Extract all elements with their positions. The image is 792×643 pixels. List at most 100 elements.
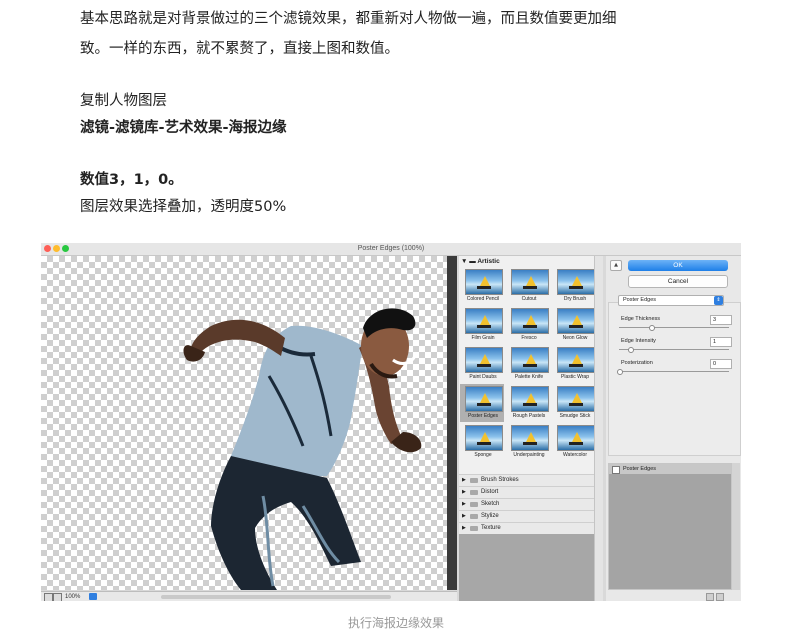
filter-thumb-poster-edges[interactable] bbox=[465, 386, 503, 412]
filter-select[interactable]: Poster Edges ⇕ bbox=[618, 295, 724, 306]
window-title: Poster Edges (100%) bbox=[357, 245, 425, 252]
category-label: Sketch bbox=[481, 501, 500, 507]
filter-label: Poster Edges bbox=[467, 413, 499, 419]
cancel-button[interactable]: Cancel bbox=[628, 275, 728, 288]
article-heading-filter-path: 滤镜-滤镜库-艺术效果-海报边缘 bbox=[80, 120, 287, 136]
category-label: Brush Strokes bbox=[481, 477, 519, 483]
chevron-right-icon: ▶ bbox=[462, 513, 466, 519]
filter-gallery: ▼ ▬ Artistic Colored Pencil Cutout Dry Bru… bbox=[459, 256, 595, 601]
folder-icon bbox=[470, 514, 478, 519]
article-text-6: 图层效果选择叠加，透明度50% bbox=[80, 199, 287, 215]
filter-label: Sponge bbox=[474, 452, 492, 458]
delete-effect-layer-icon[interactable] bbox=[716, 593, 724, 601]
article-values: 数值3，1，0。 bbox=[80, 172, 183, 188]
filter-thumb-underpainting[interactable] bbox=[511, 425, 549, 451]
filter-thumb-smudge-stick[interactable] bbox=[557, 386, 595, 412]
filter-thumb-colored-pencil[interactable] bbox=[465, 269, 503, 295]
zoom-out-icon[interactable] bbox=[44, 593, 53, 601]
zoom-in-icon[interactable] bbox=[53, 593, 62, 601]
filter-label: Dry Brush bbox=[563, 296, 587, 302]
chevron-right-icon: ▶ bbox=[462, 477, 466, 483]
category-texture[interactable]: ▶ Texture bbox=[459, 522, 594, 534]
layers-scrollbar[interactable] bbox=[732, 463, 740, 590]
filter-thumb-fresco[interactable] bbox=[511, 308, 549, 334]
category-label: Distort bbox=[481, 489, 499, 495]
filter-thumb-palette-knife[interactable] bbox=[511, 347, 549, 373]
filter-thumb-cutout[interactable] bbox=[511, 269, 549, 295]
posterization-input[interactable]: 0 bbox=[710, 359, 732, 369]
filter-thumb-neon-glow[interactable] bbox=[557, 308, 595, 334]
edge-intensity-slider[interactable] bbox=[619, 349, 729, 350]
preview-canvas[interactable] bbox=[41, 256, 455, 590]
filter-label: Film Grain bbox=[471, 335, 495, 341]
zoom-dropdown-icon[interactable] bbox=[89, 593, 97, 600]
edge-intensity-label: Edge Intensity bbox=[621, 338, 656, 344]
filter-label: Paint Daubs bbox=[469, 374, 497, 380]
edge-intensity-input[interactable]: 1 bbox=[710, 337, 732, 347]
filter-label: Fresco bbox=[521, 335, 537, 341]
zoom-level[interactable]: 100% bbox=[65, 592, 80, 601]
filter-label: Colored Pencil bbox=[466, 296, 500, 302]
artistic-folder-label: Artistic bbox=[477, 258, 500, 265]
effect-layer-label: Poster Edges bbox=[623, 466, 657, 472]
filter-thumb-film-grain[interactable] bbox=[465, 308, 503, 334]
filter-thumb-sponge[interactable] bbox=[465, 425, 503, 451]
edge-thickness-slider[interactable] bbox=[619, 327, 729, 328]
preview-hscrollbar[interactable] bbox=[161, 595, 391, 599]
folder-icon bbox=[470, 502, 478, 507]
chevron-right-icon: ▶ bbox=[462, 489, 466, 495]
edge-thickness-label: Edge Thickness bbox=[621, 316, 661, 322]
article-text-1: 基本思路就是对背景做过的三个滤镜效果，都重新对人物做一遍，而且数值要更加细 bbox=[80, 11, 617, 27]
category-stylize[interactable]: ▶ Stylize bbox=[459, 510, 594, 522]
category-label: Texture bbox=[481, 525, 501, 531]
filter-thumb-dry-brush[interactable] bbox=[557, 269, 595, 295]
edge-thickness-input[interactable]: 3 bbox=[710, 315, 732, 325]
article-text-2: 致。一样的东西，就不累赘了，直接上图和数值。 bbox=[80, 41, 399, 57]
runner-image bbox=[183, 308, 422, 590]
filter-thumb-rough-pastels[interactable] bbox=[511, 386, 549, 412]
category-sketch[interactable]: ▶ Sketch bbox=[459, 498, 594, 510]
gallery-empty-area bbox=[459, 534, 594, 601]
filter-label: Rough Pastels bbox=[512, 413, 546, 419]
filter-label: Underpainting bbox=[513, 452, 545, 458]
effect-layer-row[interactable]: Poster Edges bbox=[609, 464, 731, 474]
filter-settings-group bbox=[608, 302, 741, 456]
folder-icon bbox=[470, 526, 478, 531]
filter-thumb-paint-daubs[interactable] bbox=[465, 347, 503, 373]
category-brush-strokes[interactable]: ▶ Brush Strokes bbox=[459, 474, 594, 486]
category-distort[interactable]: ▶ Distort bbox=[459, 486, 594, 498]
eye-icon[interactable] bbox=[612, 466, 620, 474]
preview-scrollbar[interactable] bbox=[447, 256, 457, 590]
folder-icon bbox=[470, 490, 478, 495]
chevron-right-icon: ▶ bbox=[462, 525, 466, 531]
filter-label: Plastic Wrap bbox=[561, 374, 589, 380]
ok-button[interactable]: OK bbox=[628, 260, 728, 271]
settings-panel: ▲ OK Cancel Poster Edges ⇕ Edge Thicknes… bbox=[606, 256, 741, 601]
category-label: Stylize bbox=[481, 513, 499, 519]
preview-statusbar: 100% bbox=[41, 591, 457, 601]
window-titlebar: Poster Edges (100%) bbox=[41, 243, 741, 256]
posterization-slider-knob[interactable] bbox=[617, 369, 623, 375]
new-effect-layer-icon[interactable] bbox=[706, 593, 714, 601]
gallery-scrollbar[interactable] bbox=[594, 256, 603, 601]
edge-intensity-slider-knob[interactable] bbox=[627, 347, 634, 353]
chevron-right-icon: ▶ bbox=[462, 501, 466, 507]
collapse-gallery-icon[interactable]: ▲ bbox=[610, 260, 622, 271]
filter-thumb-watercolor[interactable] bbox=[557, 425, 595, 451]
folder-icon bbox=[470, 478, 478, 483]
filter-gallery-screenshot: Poster Edges (100%) 100% ▼ ▬ Artistic Co… bbox=[41, 243, 741, 601]
filter-label: Watercolor bbox=[563, 452, 587, 458]
filter-label: Palette Knife bbox=[514, 374, 544, 380]
posterization-slider[interactable] bbox=[619, 371, 729, 372]
filter-label: Cutout bbox=[521, 296, 537, 302]
filter-label: Neon Glow bbox=[562, 335, 588, 341]
filter-select-value: Poster Edges bbox=[623, 297, 657, 303]
artistic-folder[interactable]: ▼ ▬ Artistic bbox=[461, 258, 500, 265]
chevron-down-icon: ⇕ bbox=[714, 296, 723, 305]
posterization-label: Posterization bbox=[621, 360, 653, 366]
article-text-3: 复制人物图层 bbox=[80, 93, 167, 109]
effect-layers-list: Poster Edges bbox=[608, 463, 732, 590]
filter-label: Smudge Stick bbox=[559, 413, 591, 419]
filter-thumb-plastic-wrap[interactable] bbox=[557, 347, 595, 373]
image-caption: 执行海报边缘效果 bbox=[347, 616, 444, 630]
